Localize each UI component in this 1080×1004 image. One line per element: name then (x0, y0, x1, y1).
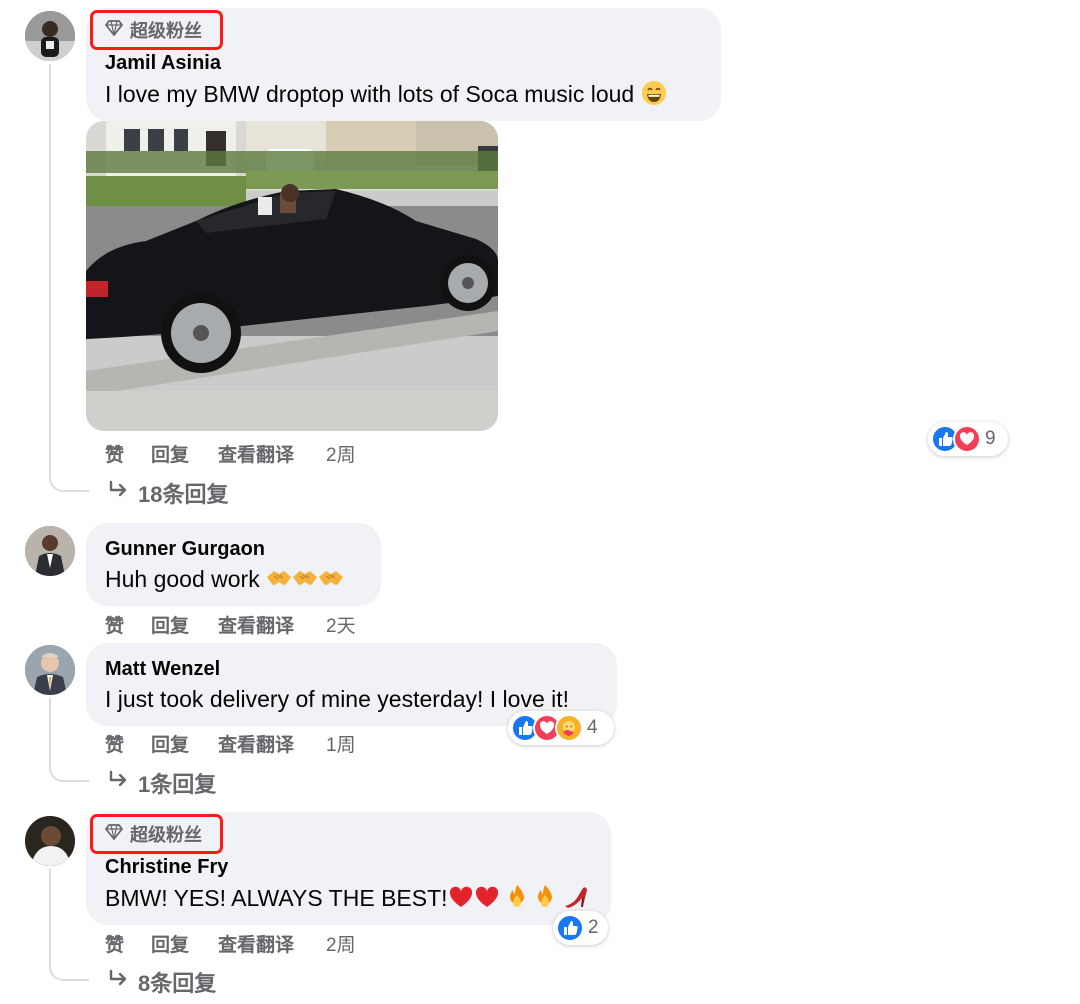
like-button[interactable]: 赞 (105, 440, 151, 467)
thread-elbow (49, 460, 89, 492)
reaction-count: 2 (588, 917, 599, 938)
replies-count-label: 8条回复 (138, 971, 217, 996)
care-reaction-icon (555, 714, 583, 742)
translate-button[interactable]: 查看翻译 (218, 730, 326, 757)
reply-arrow-icon (108, 770, 130, 796)
love-reaction-icon (953, 425, 981, 453)
super-fan-badge[interactable]: 超级粉丝 (90, 10, 223, 50)
super-fan-label: 超级粉丝 (130, 21, 202, 41)
reply-button[interactable]: 回复 (151, 440, 218, 467)
thread-elbow (49, 698, 89, 782)
reaction-summary[interactable]: 2 (553, 911, 608, 945)
comment-text: I love my BMW droptop with lots of Soca … (105, 80, 667, 112)
like-reaction-icon (556, 914, 584, 942)
comment-timestamp[interactable]: 2周 (326, 930, 356, 957)
comment-actions: 赞 回复 查看翻译 1周 (105, 730, 356, 757)
avatar[interactable] (25, 526, 75, 576)
reply-button[interactable]: 回复 (151, 730, 218, 757)
reply-arrow-icon (108, 480, 130, 506)
comment-text-content: BMW! YES! ALWAYS THE BEST! (105, 885, 448, 912)
comment-author[interactable]: Matt Wenzel (105, 658, 220, 681)
super-fan-label: 超级粉丝 (130, 825, 202, 845)
view-replies-link[interactable]: 18条回复 (108, 477, 228, 509)
replies-count-label: 1条回复 (138, 772, 217, 797)
grinning-face-emoji (641, 80, 667, 112)
comment-photo[interactable] (86, 121, 498, 431)
replies-count-label: 18条回复 (138, 482, 229, 507)
comment-actions: 赞 回复 查看翻译 2天 (105, 611, 356, 638)
comment-timestamp[interactable]: 2天 (326, 611, 356, 638)
comment-bubble: 超级粉丝 Jamil Asinia I love my BMW droptop … (86, 8, 721, 121)
translate-button[interactable]: 查看翻译 (218, 930, 326, 957)
view-replies-link[interactable]: 8条回复 (108, 966, 216, 998)
thread-line (49, 64, 51, 464)
comment-timestamp[interactable]: 1周 (326, 730, 356, 757)
handshake-emoji (318, 567, 344, 595)
reply-button[interactable]: 回复 (151, 611, 218, 638)
reply-button[interactable]: 回复 (151, 930, 218, 957)
red-heart-emoji (448, 885, 474, 915)
reaction-count: 4 (587, 717, 598, 738)
comment-actions: 赞 回复 查看翻译 2周 (105, 440, 356, 467)
reaction-summary[interactable]: 4 (508, 711, 614, 745)
like-button[interactable]: 赞 (105, 930, 151, 957)
translate-button[interactable]: 查看翻译 (218, 440, 326, 467)
reaction-summary[interactable]: 9 (928, 422, 1008, 456)
comment-bubble: Gunner Gurgaon Huh good work (86, 523, 381, 606)
fire-emoji (506, 884, 528, 916)
red-heart-emoji (474, 885, 500, 915)
comment-text: Huh good work (105, 566, 344, 595)
handshake-emoji (292, 567, 318, 595)
reaction-count: 9 (985, 428, 996, 449)
avatar[interactable] (25, 645, 75, 695)
diamond-icon (105, 19, 123, 41)
comment-text-content: Huh good work (105, 566, 260, 592)
thread-elbow (49, 868, 89, 981)
like-button[interactable]: 赞 (105, 730, 151, 757)
comment-author[interactable]: Jamil Asinia (105, 52, 221, 75)
reply-arrow-icon (108, 969, 130, 995)
comment-author[interactable]: Gunner Gurgaon (105, 538, 265, 561)
comment-text: I just took delivery of mine yesterday! … (105, 686, 570, 712)
translate-button[interactable]: 查看翻译 (218, 611, 326, 638)
comment-bubble: 超级粉丝 Christine Fry BMW! YES! ALWAYS THE … (86, 812, 611, 925)
fire-emoji (534, 884, 556, 916)
avatar[interactable] (25, 11, 75, 61)
handshake-emoji (266, 567, 292, 595)
comment-author[interactable]: Christine Fry (105, 856, 228, 879)
comment-text: BMW! YES! ALWAYS THE BEST! (105, 884, 589, 916)
comment-timestamp[interactable]: 2周 (326, 440, 356, 467)
comment-text-content: I love my BMW droptop with lots of Soca … (105, 81, 635, 108)
avatar[interactable] (25, 816, 75, 866)
comment-actions: 赞 回复 查看翻译 2周 (105, 930, 356, 957)
super-fan-badge[interactable]: 超级粉丝 (90, 814, 223, 854)
like-button[interactable]: 赞 (105, 611, 151, 638)
diamond-icon (105, 823, 123, 845)
view-replies-link[interactable]: 1条回复 (108, 767, 216, 799)
